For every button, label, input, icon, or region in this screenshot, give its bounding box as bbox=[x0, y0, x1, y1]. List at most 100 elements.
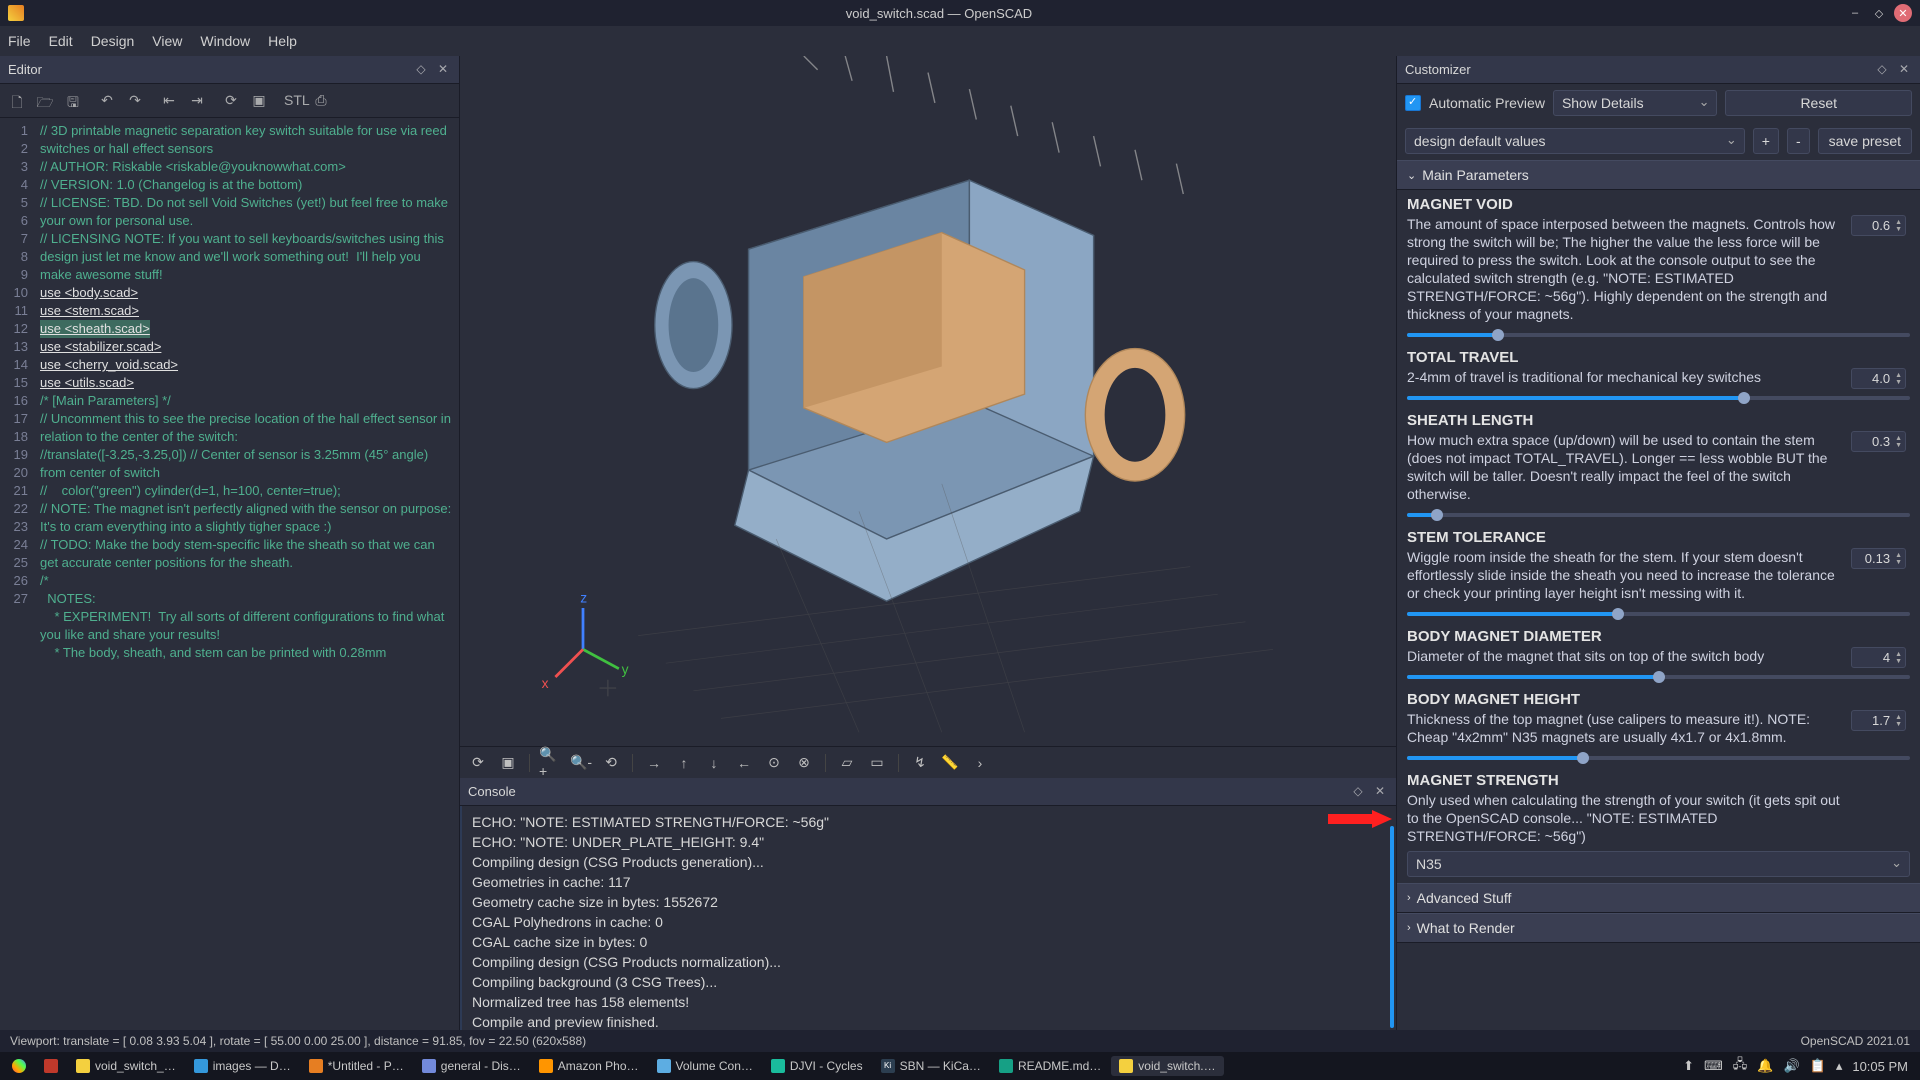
view-front-icon[interactable]: ⊙ bbox=[762, 751, 786, 775]
remove-preset-button[interactable]: - bbox=[1787, 128, 1810, 154]
close-button[interactable]: ✕ bbox=[1894, 4, 1912, 22]
taskbar-item[interactable]: *Untitled - P… bbox=[301, 1056, 412, 1076]
menu-file[interactable]: File bbox=[8, 33, 31, 49]
axes-icon[interactable]: ↯ bbox=[908, 751, 932, 775]
param-select[interactable]: N35 bbox=[1407, 851, 1910, 877]
taskbar-item[interactable]: void_switch_… bbox=[68, 1056, 184, 1076]
param-spinbox[interactable]: ▲▼ bbox=[1851, 548, 1906, 569]
undock-icon[interactable]: ◇ bbox=[1874, 62, 1890, 78]
menu-view[interactable]: View bbox=[152, 33, 182, 49]
section-what-to-render[interactable]: › What to Render bbox=[1397, 913, 1920, 943]
param-slider[interactable] bbox=[1407, 606, 1910, 620]
taskbar-item[interactable]: images — D… bbox=[186, 1056, 299, 1076]
view-left-icon[interactable]: ← bbox=[732, 751, 756, 775]
maximize-button[interactable]: ◇ bbox=[1870, 4, 1888, 22]
preview-icon[interactable]: ⟳ bbox=[466, 751, 490, 775]
chevron-up-icon[interactable]: ▴ bbox=[1836, 1058, 1843, 1074]
undock-icon[interactable]: ◇ bbox=[1350, 784, 1366, 800]
preset-select[interactable]: design default values bbox=[1405, 128, 1745, 154]
save-file-icon[interactable]: 🖫 bbox=[64, 92, 82, 110]
view-right-icon[interactable]: → bbox=[642, 751, 666, 775]
zoom-in-icon[interactable]: 🔍+ bbox=[539, 751, 563, 775]
customizer-body[interactable]: ⌄ Main Parameters MAGNET VOIDThe amount … bbox=[1397, 160, 1920, 1030]
taskbar-item[interactable]: void_switch.… bbox=[1111, 1056, 1223, 1076]
param-spinbox[interactable]: ▲▼ bbox=[1851, 215, 1906, 236]
section-advanced[interactable]: › Advanced Stuff bbox=[1397, 883, 1920, 913]
menu-window[interactable]: Window bbox=[200, 33, 250, 49]
param-spinbox[interactable]: ▲▼ bbox=[1851, 431, 1906, 452]
code-editor[interactable]: 1234567891011121314151617181920212223242… bbox=[0, 118, 459, 1030]
param-value-input[interactable] bbox=[1852, 711, 1892, 730]
param-value-input[interactable] bbox=[1852, 216, 1892, 235]
view-back-icon[interactable]: ⊗ bbox=[792, 751, 816, 775]
clipboard-icon[interactable]: 📋 bbox=[1810, 1058, 1826, 1074]
taskbar-item[interactable]: Amazon Pho… bbox=[531, 1056, 647, 1076]
auto-preview-checkbox[interactable] bbox=[1405, 95, 1421, 111]
param-value-input[interactable] bbox=[1852, 648, 1892, 667]
param-spinbox[interactable]: ▲▼ bbox=[1851, 368, 1906, 389]
menu-help[interactable]: Help bbox=[268, 33, 297, 49]
clock[interactable]: 10:05 PM bbox=[1852, 1059, 1908, 1074]
detail-select[interactable]: Show Details bbox=[1553, 90, 1718, 116]
param-spinbox[interactable]: ▲▼ bbox=[1851, 647, 1906, 668]
print-icon[interactable]: ⎙ bbox=[312, 92, 330, 110]
add-preset-button[interactable]: + bbox=[1753, 128, 1779, 154]
console-output[interactable]: ECHO: "NOTE: ESTIMATED STRENGTH/FORCE: ~… bbox=[460, 806, 1396, 1030]
param-value-input[interactable] bbox=[1852, 369, 1892, 388]
tray-app-icon[interactable]: ⬆ bbox=[1683, 1058, 1694, 1074]
more-views-icon[interactable]: › bbox=[968, 751, 992, 775]
redo-icon[interactable]: ↷ bbox=[126, 92, 144, 110]
param-slider[interactable] bbox=[1407, 750, 1910, 764]
preview-icon[interactable]: ⟳ bbox=[222, 92, 240, 110]
perspective-icon[interactable]: ▱ bbox=[835, 751, 859, 775]
param-value-input[interactable] bbox=[1852, 549, 1892, 568]
view-bottom-icon[interactable]: ↓ bbox=[702, 751, 726, 775]
undock-icon[interactable]: ◇ bbox=[413, 62, 429, 78]
param-slider[interactable] bbox=[1407, 327, 1910, 341]
render-icon[interactable]: ▣ bbox=[250, 92, 268, 110]
close-pane-icon[interactable]: ✕ bbox=[435, 62, 451, 78]
start-menu[interactable] bbox=[4, 1056, 34, 1076]
menubar: File Edit Design View Window Help bbox=[0, 26, 1920, 56]
taskbar-item[interactable]: Volume Con… bbox=[649, 1056, 761, 1076]
code-area[interactable]: // 3D printable magnetic separation key … bbox=[36, 118, 459, 1030]
export-stl-icon[interactable]: STL bbox=[284, 92, 302, 110]
chevron-right-icon: › bbox=[1407, 922, 1411, 934]
unindent-icon[interactable]: ⇤ bbox=[160, 92, 178, 110]
param-name: BODY MAGNET HEIGHT bbox=[1407, 691, 1910, 708]
volume-icon[interactable]: 🔊 bbox=[1783, 1058, 1799, 1074]
launcher-icon[interactable] bbox=[36, 1056, 66, 1076]
param-slider[interactable] bbox=[1407, 669, 1910, 683]
reset-view-icon[interactable]: ⟲ bbox=[599, 751, 623, 775]
console-line: Compiling design (CSG Products normaliza… bbox=[472, 952, 1386, 972]
open-file-icon[interactable]: 🗁 bbox=[36, 92, 54, 110]
view-top-icon[interactable]: ↑ bbox=[672, 751, 696, 775]
taskbar-item[interactable]: DJVI - Cycles bbox=[763, 1056, 871, 1076]
save-preset-button[interactable]: save preset bbox=[1818, 128, 1912, 154]
notifications-icon[interactable]: 🔔 bbox=[1757, 1058, 1773, 1074]
indent-icon[interactable]: ⇥ bbox=[188, 92, 206, 110]
network-icon[interactable]: 🖧 bbox=[1733, 1055, 1748, 1077]
section-main-parameters[interactable]: ⌄ Main Parameters bbox=[1397, 160, 1920, 190]
render-cube-icon[interactable]: ▣ bbox=[496, 751, 520, 775]
taskbar-item[interactable]: README.md… bbox=[991, 1056, 1109, 1076]
taskbar-item[interactable]: KiSBN — KiCa… bbox=[873, 1056, 989, 1076]
orthogonal-icon[interactable]: ▭ bbox=[865, 751, 889, 775]
param-spinbox[interactable]: ▲▼ bbox=[1851, 710, 1906, 731]
new-file-icon[interactable]: 🗋 bbox=[8, 92, 26, 110]
reset-button[interactable]: Reset bbox=[1725, 90, 1912, 116]
param-slider[interactable] bbox=[1407, 507, 1910, 521]
undo-icon[interactable]: ↶ bbox=[98, 92, 116, 110]
close-pane-icon[interactable]: ✕ bbox=[1372, 784, 1388, 800]
scale-markers-icon[interactable]: 📏 bbox=[938, 751, 962, 775]
close-pane-icon[interactable]: ✕ bbox=[1896, 62, 1912, 78]
minimize-button[interactable]: – bbox=[1846, 4, 1864, 22]
param-value-input[interactable] bbox=[1852, 432, 1892, 451]
taskbar-item[interactable]: general - Dis… bbox=[414, 1056, 529, 1076]
3d-viewport[interactable]: z y x bbox=[460, 56, 1396, 746]
zoom-out-icon[interactable]: 🔍- bbox=[569, 751, 593, 775]
param-slider[interactable] bbox=[1407, 390, 1910, 404]
keyboard-icon[interactable]: ⌨ bbox=[1704, 1058, 1723, 1074]
menu-design[interactable]: Design bbox=[91, 33, 135, 49]
menu-edit[interactable]: Edit bbox=[49, 33, 73, 49]
